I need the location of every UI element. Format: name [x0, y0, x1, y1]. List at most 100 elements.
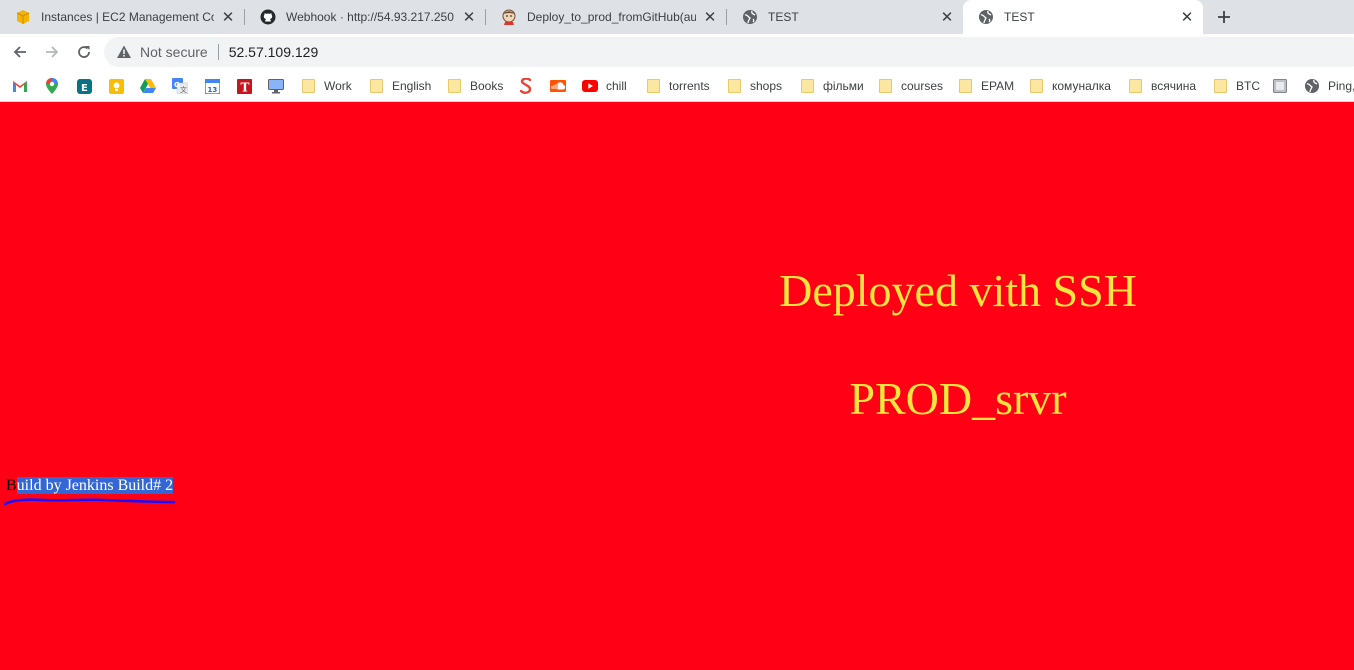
bookmark-page[interactable]: [1272, 76, 1288, 96]
tab-title: TEST: [768, 10, 799, 24]
close-tab-icon[interactable]: ✕: [937, 7, 957, 27]
browser-toolbar: Not secure 52.57.109.129: [0, 34, 1354, 70]
close-tab-icon[interactable]: ✕: [700, 7, 720, 27]
back-button[interactable]: [6, 38, 34, 66]
page-content: Deployed vith SSH PROD_srvr Build by Jen…: [0, 103, 1354, 670]
jenkins-icon: [501, 9, 517, 25]
svg-text:13: 13: [207, 86, 217, 94]
tab-title: TEST: [1004, 10, 1035, 24]
reload-button[interactable]: [70, 38, 98, 66]
close-tab-icon[interactable]: ✕: [459, 7, 479, 27]
omnibox-separator: [217, 44, 219, 60]
tab-jenkins-deploy[interactable]: Deploy_to_prod_fromGitHub(aut ✕: [486, 0, 726, 34]
security-status-label[interactable]: Not secure: [140, 44, 208, 60]
folder-icon: [877, 78, 893, 94]
bookmark-drive[interactable]: [140, 76, 156, 96]
plus-icon: [1218, 11, 1230, 23]
close-tab-icon[interactable]: ✕: [218, 7, 238, 27]
bookmark-s-app[interactable]: [518, 76, 534, 96]
keep-icon: [108, 78, 124, 94]
bookmark-label: BTC: [1236, 79, 1260, 93]
bookmark-folder-komunalka[interactable]: комуналка: [1028, 76, 1111, 96]
bookmark-label: Ping,: [1328, 79, 1354, 93]
bookmark-monitor[interactable]: [268, 76, 284, 96]
tab-ec2-instances[interactable]: Instances | EC2 Management Cor ✕: [0, 0, 244, 34]
calendar-icon: 13: [204, 78, 220, 94]
bookmark-label: chill: [606, 79, 627, 93]
e-app-icon: E: [76, 78, 92, 94]
bookmark-folder-epam[interactable]: EPAM: [957, 76, 1014, 96]
forward-button[interactable]: [38, 38, 66, 66]
bookmark-translate[interactable]: G文: [172, 76, 188, 96]
folder-icon: [726, 78, 742, 94]
build-info-text[interactable]: Build by Jenkins Build# 2: [6, 476, 174, 496]
folder-icon: [300, 78, 316, 94]
bookmark-folder-filmy[interactable]: фільми: [799, 76, 864, 96]
bookmark-label: English: [392, 79, 432, 93]
reload-icon: [78, 46, 90, 58]
bookmark-t-app[interactable]: T: [236, 76, 252, 96]
bookmark-label: Books: [470, 79, 504, 93]
bookmark-label: courses: [901, 79, 944, 93]
page-icon: [1272, 78, 1288, 94]
close-tab-icon[interactable]: ✕: [1177, 7, 1197, 27]
tab-strip: Instances | EC2 Management Cor ✕ Webhook…: [0, 0, 1354, 34]
bookmark-label: torrents: [669, 79, 710, 93]
prod-server-heading: PROD_srvr: [849, 373, 1067, 424]
bookmark-folder-torrents[interactable]: torrents: [645, 76, 710, 96]
folder-icon: [645, 78, 661, 94]
translate-icon: G文: [172, 78, 188, 94]
svg-text:T: T: [240, 80, 249, 94]
build-text-selected: uild by Jenkins Build# 2: [16, 477, 174, 494]
tab-webhook[interactable]: Webhook · http://54.93.217.250:8 ✕: [245, 0, 485, 34]
bookmark-folder-work[interactable]: Work: [300, 76, 352, 96]
hand-drawn-underline: [4, 498, 176, 506]
bookmark-folder-vsyachyna[interactable]: всячина: [1127, 76, 1196, 96]
address-bar[interactable]: Not secure 52.57.109.129: [104, 37, 1354, 67]
soundcloud-icon: [550, 78, 566, 94]
build-text-unselected: B: [6, 477, 17, 494]
globe-icon: [1304, 78, 1320, 94]
tab-title: Deploy_to_prod_fromGitHub(aut: [527, 10, 696, 24]
svg-text:文: 文: [180, 85, 187, 94]
bookmark-gmail[interactable]: [12, 76, 28, 96]
bookmark-folder-english[interactable]: English: [368, 76, 431, 96]
monitor-icon: [268, 78, 284, 94]
github-icon: [260, 9, 276, 25]
bookmark-label: EPAM: [981, 79, 1015, 93]
bookmark-label: Work: [324, 79, 352, 93]
bookmark-folder-books[interactable]: Books: [446, 76, 503, 96]
bookmark-keep[interactable]: [108, 76, 124, 96]
youtube-icon: [582, 78, 598, 94]
maps-icon: [44, 78, 60, 94]
folder-icon: [957, 78, 973, 94]
tab-test-active[interactable]: TEST ✕: [963, 0, 1203, 34]
folder-icon: [1127, 78, 1143, 94]
bookmark-folder-btc[interactable]: BTC: [1212, 76, 1260, 96]
folder-icon: [1212, 78, 1228, 94]
url-text[interactable]: 52.57.109.129: [229, 44, 319, 60]
globe-icon: [978, 9, 994, 25]
bookmark-calendar[interactable]: 13: [204, 76, 220, 96]
bookmark-label: фільми: [823, 79, 864, 93]
bookmark-ping[interactable]: Ping,: [1304, 76, 1354, 96]
arrow-right-icon: [46, 46, 59, 58]
tab-test-1[interactable]: TEST ✕: [727, 0, 963, 34]
bookmark-folder-shops[interactable]: shops: [726, 76, 782, 96]
t-app-icon: T: [236, 78, 252, 94]
bookmark-youtube-chill[interactable]: chill: [582, 76, 627, 96]
bookmark-maps[interactable]: [44, 76, 60, 96]
gmail-icon: [12, 78, 28, 94]
bookmark-folder-courses[interactable]: courses: [877, 76, 943, 96]
folder-icon: [368, 78, 384, 94]
bookmark-e-app[interactable]: E: [76, 76, 92, 96]
globe-icon: [742, 9, 758, 25]
folder-icon: [1028, 78, 1044, 94]
folder-icon: [446, 78, 462, 94]
deployed-heading: Deployed vith SSH: [779, 265, 1137, 316]
new-tab-button[interactable]: [1212, 5, 1236, 29]
bookmarks-bar: E G文 13 T Work English Books chill torre…: [0, 70, 1354, 102]
warning-icon[interactable]: [116, 44, 132, 60]
s-app-icon: [518, 78, 534, 94]
bookmark-soundcloud[interactable]: [550, 76, 566, 96]
